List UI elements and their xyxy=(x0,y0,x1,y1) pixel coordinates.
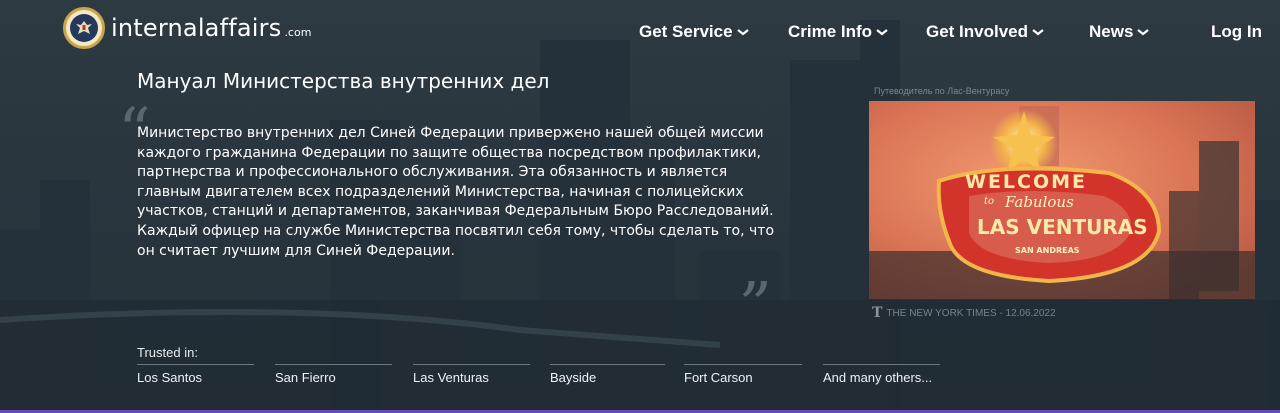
chevron-down-icon xyxy=(736,29,749,36)
nav-get-service[interactable]: Get Service xyxy=(639,22,750,42)
sign-to: to xyxy=(984,196,995,207)
city-item: Fort Carson xyxy=(684,364,802,385)
city-item: Las Venturas xyxy=(413,364,530,385)
sign-fabulous: Fabulous xyxy=(1005,193,1074,211)
nav-news[interactable]: News xyxy=(1089,22,1150,42)
city-item: Los Santos xyxy=(137,364,254,385)
guide-caption: Путеводитель по Лас-Вентурасу xyxy=(874,86,1010,96)
site-header: internalaffairs .com Get Service Crime I… xyxy=(0,0,1280,64)
chevron-down-icon xyxy=(1032,29,1044,36)
login-label: Log In xyxy=(1211,22,1262,41)
sign-state: SAN ANDREAS xyxy=(1015,246,1080,255)
city-item: Bayside xyxy=(550,364,665,385)
seal-icon xyxy=(63,7,105,49)
mission-statement: Министерство внутренних дел Синей Федера… xyxy=(137,125,775,259)
logo-suffix: .com xyxy=(284,25,312,39)
nav-crime-info[interactable]: Crime Info xyxy=(788,22,889,42)
page-title: Мануал Министерства внутренних дел xyxy=(137,69,550,93)
city-item: And many others... xyxy=(823,364,940,385)
sign-welcome: WELCOME xyxy=(965,171,1088,193)
login-link[interactable]: Log In xyxy=(1211,22,1262,42)
nav-crime-info-label: Crime Info xyxy=(788,22,873,41)
photo-source-text: THE NEW YORK TIMES - 12.06.2022 xyxy=(886,307,1056,319)
nav-get-involved-label: Get Involved xyxy=(926,22,1029,41)
chevron-down-icon xyxy=(1137,29,1150,36)
sign-city: LAS VENTURAS xyxy=(977,215,1148,239)
nav-get-service-label: Get Service xyxy=(639,22,733,41)
site-logo[interactable]: internalaffairs .com xyxy=(63,7,311,49)
chevron-down-icon xyxy=(876,29,888,36)
city-item: San Fierro xyxy=(275,364,392,385)
trusted-label: Trusted in: xyxy=(137,345,198,360)
nyt-logo-icon: T xyxy=(872,305,883,321)
nav-get-involved[interactable]: Get Involved xyxy=(926,22,1045,42)
nav-news-label: News xyxy=(1089,22,1134,41)
photo-source: T THE NEW YORK TIMES - 12.06.2022 xyxy=(872,305,1056,321)
las-venturas-photo[interactable]: WELCOME to Fabulous LAS VENTURAS SAN AND… xyxy=(869,101,1255,299)
logo-text: internalaffairs xyxy=(111,14,282,42)
